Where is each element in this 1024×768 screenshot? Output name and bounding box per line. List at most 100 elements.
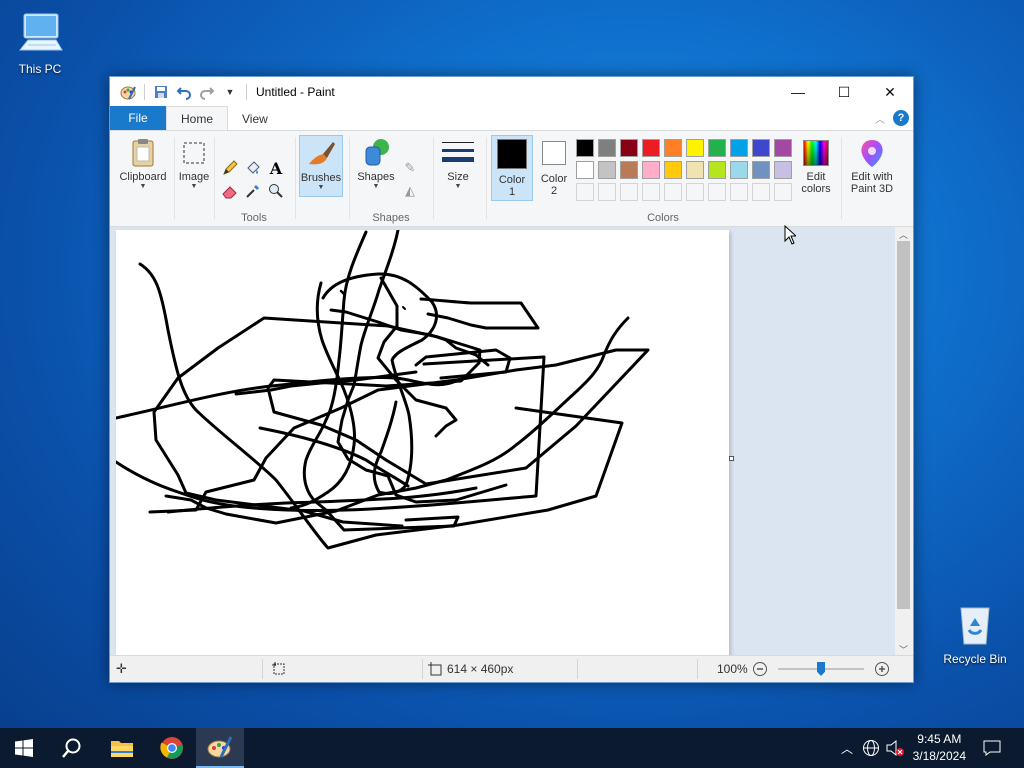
palette-swatch-custom[interactable]: [730, 183, 748, 201]
select-icon: [178, 137, 210, 169]
color2-label-line2: 2: [550, 185, 558, 197]
tab-file[interactable]: File: [110, 106, 166, 130]
zoom-in-button[interactable]: [874, 656, 890, 682]
volume-muted-icon[interactable]: [884, 728, 906, 768]
zoom-out-button[interactable]: [752, 656, 768, 682]
zoom-slider-thumb[interactable]: [817, 662, 825, 676]
chrome-button[interactable]: [148, 728, 196, 768]
vertical-scrollbar[interactable]: ︿ ﹀: [895, 227, 912, 656]
search-icon: [62, 738, 81, 758]
shapes-group-label: Shapes: [372, 212, 410, 224]
palette-swatch[interactable]: [708, 161, 726, 179]
chevron-down-icon: ▼: [190, 183, 198, 190]
paint-app-icon[interactable]: [118, 82, 138, 102]
palette-swatch[interactable]: [598, 161, 616, 179]
drawing-canvas[interactable]: [116, 230, 729, 656]
scroll-up-arrow[interactable]: ︿: [895, 227, 912, 241]
selection-size-icon: [272, 656, 286, 682]
palette-swatch[interactable]: [642, 161, 660, 179]
paint-icon: [207, 736, 233, 758]
palette-swatch[interactable]: [686, 139, 704, 157]
shapes-button[interactable]: Shapes ▼: [354, 137, 398, 191]
palette-swatch[interactable]: [752, 161, 770, 179]
edit-with-paint3d-button[interactable]: Edit with Paint 3D: [844, 137, 900, 195]
customize-qat-icon[interactable]: ▼: [220, 82, 240, 102]
palette-swatch[interactable]: [730, 139, 748, 157]
palette-swatch[interactable]: [664, 161, 682, 179]
palette-swatch[interactable]: [664, 139, 682, 157]
show-hidden-icons-button[interactable]: ︿: [838, 728, 856, 768]
palette-swatch-custom[interactable]: [576, 183, 594, 201]
palette-swatch[interactable]: [642, 139, 660, 157]
paint-taskbar-button[interactable]: [196, 728, 244, 768]
palette-swatch[interactable]: [686, 161, 704, 179]
tab-view[interactable]: View: [228, 107, 282, 130]
text-icon[interactable]: A: [266, 158, 286, 178]
scroll-down-arrow[interactable]: ﹀: [895, 642, 912, 656]
color-picker-icon[interactable]: [243, 181, 263, 201]
shape-fill-icon[interactable]: ◭: [400, 181, 420, 201]
palette-swatch[interactable]: [752, 139, 770, 157]
file-explorer-button[interactable]: [98, 728, 146, 768]
help-icon[interactable]: ?: [893, 110, 909, 126]
outline-icon[interactable]: ✎: [400, 158, 420, 178]
color1-button[interactable]: Color 1: [491, 135, 533, 201]
magnifier-icon[interactable]: [266, 181, 286, 201]
close-button[interactable]: ✕: [867, 77, 913, 107]
color-palette: [576, 139, 796, 209]
palette-swatch-custom[interactable]: [686, 183, 704, 201]
separator: [246, 84, 247, 100]
redo-icon[interactable]: [197, 82, 217, 102]
palette-swatch[interactable]: [730, 161, 748, 179]
palette-swatch-custom[interactable]: [664, 183, 682, 201]
separator: [295, 137, 296, 219]
notification-center-icon[interactable]: [980, 728, 1004, 768]
taskbar: ︿ 9:45 AM 3/18/2024: [0, 728, 1024, 768]
system-clock[interactable]: 9:45 AM 3/18/2024: [913, 731, 966, 765]
eraser-icon[interactable]: [220, 181, 240, 201]
palette-swatch[interactable]: [576, 139, 594, 157]
palette-swatch-custom[interactable]: [598, 183, 616, 201]
palette-swatch[interactable]: [708, 139, 726, 157]
clipboard-icon: [127, 137, 159, 169]
save-icon[interactable]: [151, 82, 171, 102]
zoom-slider[interactable]: [778, 656, 864, 682]
palette-swatch[interactable]: [774, 139, 792, 157]
palette-swatch-custom[interactable]: [620, 183, 638, 201]
search-button[interactable]: [48, 728, 96, 768]
undo-icon[interactable]: [174, 82, 194, 102]
color2-button[interactable]: Color 2: [535, 135, 573, 201]
size-button[interactable]: Size ▼: [438, 137, 478, 191]
canvas-workarea[interactable]: [110, 227, 897, 656]
desktop-icon-recycle-bin[interactable]: Recycle Bin: [935, 600, 1015, 666]
separator: [214, 137, 215, 219]
palette-swatch[interactable]: [620, 139, 638, 157]
scrollbar-thumb[interactable]: [897, 241, 910, 609]
palette-swatch[interactable]: [576, 161, 594, 179]
clipboard-button[interactable]: Clipboard ▼: [114, 137, 172, 191]
palette-swatch[interactable]: [774, 161, 792, 179]
brushes-button[interactable]: Brushes ▼: [299, 135, 343, 197]
chevron-down-icon: ▼: [139, 183, 147, 190]
palette-swatch[interactable]: [598, 139, 616, 157]
palette-swatch-custom[interactable]: [708, 183, 726, 201]
maximize-button[interactable]: ☐: [821, 77, 867, 107]
image-button[interactable]: Image ▼: [176, 137, 212, 191]
palette-swatch-custom[interactable]: [774, 183, 792, 201]
palette-swatch-custom[interactable]: [642, 183, 660, 201]
canvas-resize-handle-right[interactable]: [729, 456, 734, 461]
network-icon[interactable]: [860, 728, 882, 768]
fill-icon[interactable]: [243, 158, 263, 178]
start-button[interactable]: [0, 728, 48, 768]
edit-colors-button[interactable]: Edit colors: [796, 137, 836, 195]
desktop-icon-this-pc[interactable]: This PC: [0, 10, 80, 76]
palette-swatch-custom[interactable]: [752, 183, 770, 201]
collapse-ribbon-icon[interactable]: ︿: [875, 111, 885, 126]
pencil-tool-icon[interactable]: [220, 158, 240, 178]
color-wheel-icon: [800, 137, 832, 169]
quick-access-toolbar: ▼: [110, 82, 250, 102]
tab-home[interactable]: Home: [166, 106, 229, 130]
separator: [577, 659, 578, 679]
palette-swatch[interactable]: [620, 161, 638, 179]
minimize-button[interactable]: —: [775, 77, 821, 107]
